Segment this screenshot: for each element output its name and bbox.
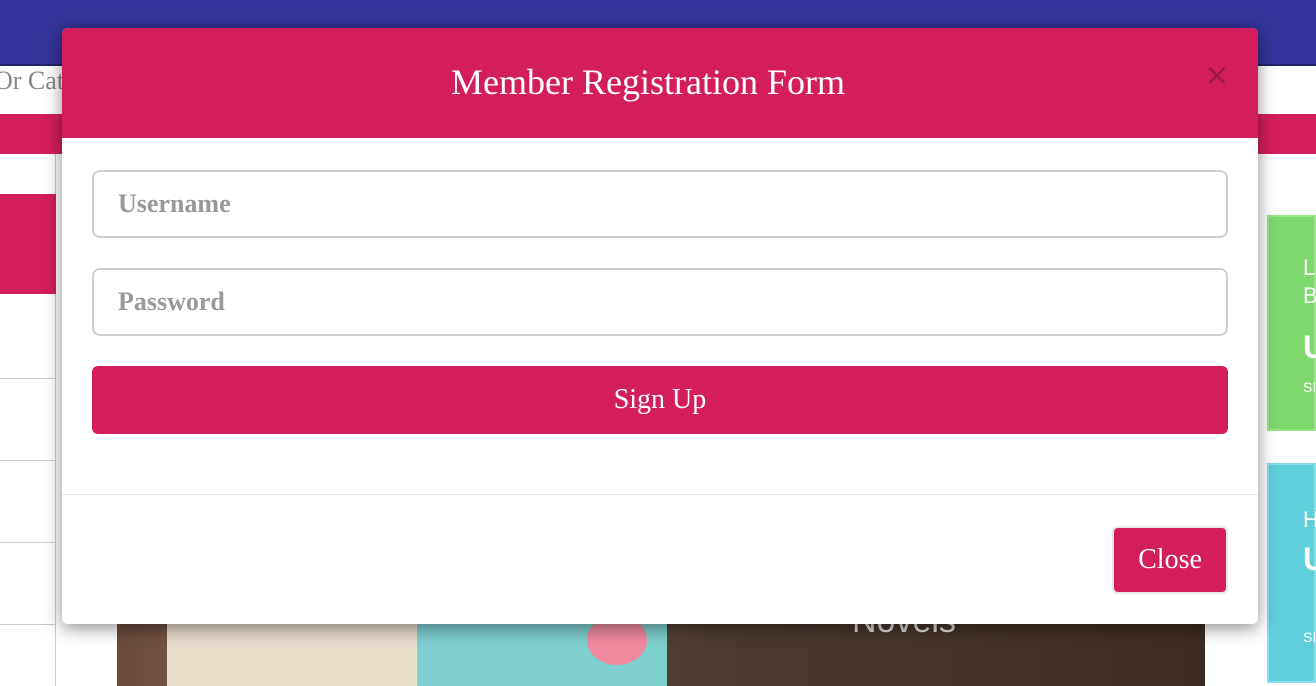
- username-input[interactable]: [94, 172, 1226, 236]
- password-field-wrapper: [92, 268, 1228, 336]
- username-field-wrapper: [92, 170, 1228, 238]
- registration-modal: Member Registration Form × Sign Up Close: [62, 28, 1258, 624]
- modal-header: Member Registration Form ×: [62, 28, 1258, 138]
- password-input[interactable]: [94, 270, 1226, 334]
- modal-title: Member Registration Form: [451, 62, 845, 102]
- modal-footer-divider: [62, 494, 1258, 495]
- sign-up-button[interactable]: Sign Up: [92, 366, 1228, 434]
- close-button[interactable]: Close: [1112, 526, 1228, 594]
- close-icon[interactable]: ×: [1202, 58, 1232, 94]
